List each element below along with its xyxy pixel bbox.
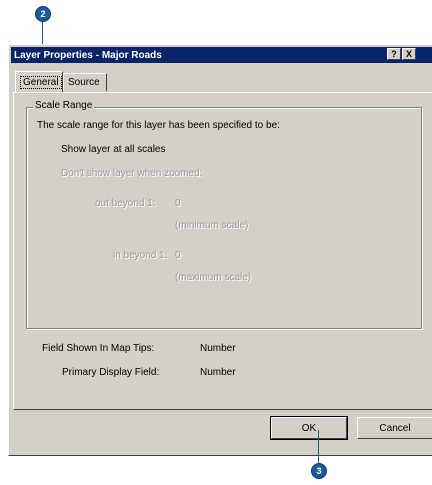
general-tab-panel: Scale Range The scale range for this lay…: [13, 92, 432, 410]
help-icon: ?: [391, 49, 397, 59]
dont-show-when-zoomed-option[interactable]: Don't show layer when zoomed:: [61, 168, 202, 179]
cancel-button[interactable]: Cancel: [357, 417, 432, 439]
out-beyond-label: out beyond 1:: [95, 198, 156, 209]
tab-source-label: Source: [68, 77, 100, 88]
close-button[interactable]: X: [402, 48, 416, 60]
tab-source[interactable]: Source: [63, 73, 107, 91]
layer-properties-dialog: Layer Properties - Major Roads ? X Gener…: [8, 44, 432, 456]
primary-display-value[interactable]: Number: [200, 367, 236, 378]
ok-button-label: OK: [301, 422, 317, 434]
callout-3-badge: 3: [311, 463, 327, 479]
in-beyond-value[interactable]: 0: [175, 250, 181, 261]
scale-range-intro: The scale range for this layer has been …: [37, 120, 280, 131]
in-beyond-label: in beyond 1:: [113, 250, 168, 261]
tab-general-label: General: [20, 75, 62, 89]
cancel-button-label: Cancel: [379, 422, 411, 434]
show-all-scales-option[interactable]: Show layer at all scales: [61, 144, 166, 155]
field-map-tips-value[interactable]: Number: [200, 343, 236, 354]
primary-display-label: Primary Display Field:: [62, 367, 160, 378]
help-button[interactable]: ?: [387, 48, 401, 60]
dialog-title: Layer Properties - Major Roads: [14, 49, 162, 61]
out-beyond-hint: (minimum scale): [175, 220, 249, 231]
callout-3-line: [318, 430, 319, 464]
scale-range-group: Scale Range The scale range for this lay…: [26, 100, 422, 329]
close-icon: X: [405, 49, 412, 59]
field-map-tips-label: Field Shown In Map Tips:: [42, 343, 155, 354]
tab-general[interactable]: General: [15, 71, 63, 92]
dialog-titlebar: Layer Properties - Major Roads ? X: [11, 47, 432, 63]
ok-button[interactable]: OK: [270, 416, 348, 440]
in-beyond-hint: (maximum scale): [175, 272, 252, 283]
callout-2-badge: 2: [35, 6, 51, 22]
scale-range-title: Scale Range: [33, 100, 95, 111]
out-beyond-value[interactable]: 0: [175, 198, 181, 209]
